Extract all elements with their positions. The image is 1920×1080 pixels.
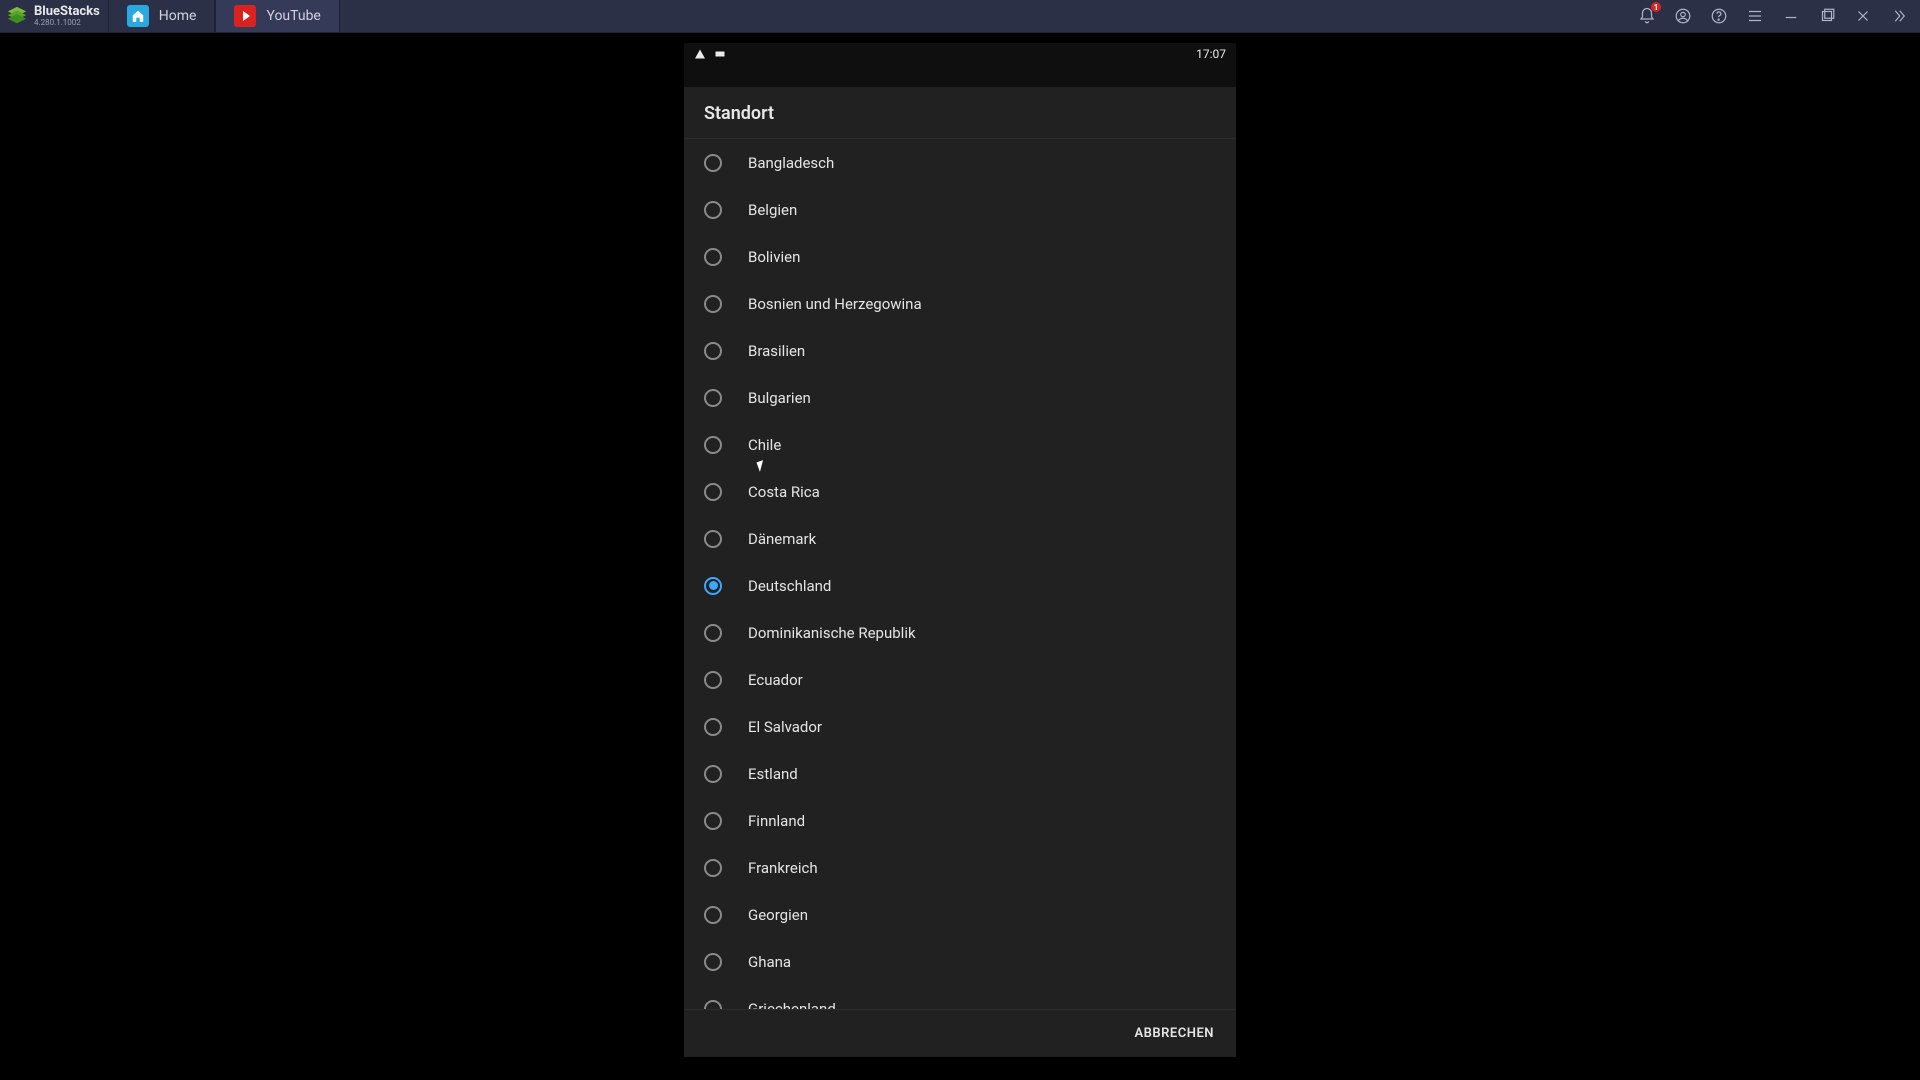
radio-icon	[704, 295, 722, 313]
location-option[interactable]: Frankreich	[684, 844, 1236, 891]
location-option-label: Brasilien	[748, 342, 805, 360]
cancel-button[interactable]: ABBRECHEN	[1128, 1020, 1220, 1047]
location-option[interactable]: Bolivien	[684, 233, 1236, 280]
radio-icon	[704, 483, 722, 501]
user-circle-icon	[1674, 7, 1692, 25]
radio-icon	[704, 812, 722, 830]
menu-icon	[1746, 7, 1764, 25]
location-option[interactable]: Georgien	[684, 891, 1236, 938]
dialog-title: Standort	[684, 87, 1236, 139]
tab-home[interactable]: Home	[108, 0, 216, 32]
radio-icon	[704, 389, 722, 407]
location-option[interactable]: Griechenland	[684, 985, 1236, 1009]
radio-icon	[704, 765, 722, 783]
location-options-list[interactable]: Bangladesch Belgien Bolivien Bosnien und He…	[684, 139, 1236, 1009]
radio-icon	[704, 859, 722, 877]
location-option[interactable]: Estland	[684, 750, 1236, 797]
android-frame: 17:07 Standort Bangladesch Belgien Bolivie…	[684, 43, 1236, 1057]
brand-name: BlueStacks	[34, 5, 100, 18]
location-option-label: Costa Rica	[748, 483, 820, 501]
radio-icon	[704, 342, 722, 360]
location-option-label: Dänemark	[748, 530, 816, 548]
titlebar: BlueStacks 4.280.1.1002 Home YouTube 1	[0, 0, 1920, 33]
location-option[interactable]: Dänemark	[684, 515, 1236, 562]
notification-badge: 1	[1651, 2, 1661, 12]
radio-icon	[704, 718, 722, 736]
location-option-label: Bulgarien	[748, 389, 811, 407]
tab-youtube[interactable]: YouTube	[215, 0, 339, 32]
location-option[interactable]: Bangladesch	[684, 139, 1236, 186]
radio-icon	[704, 906, 722, 924]
titlebar-actions: 1	[1636, 5, 1920, 27]
location-option[interactable]: El Salvador	[684, 703, 1236, 750]
account-button[interactable]	[1672, 5, 1694, 27]
help-circle-icon	[1710, 7, 1728, 25]
radio-icon	[704, 624, 722, 642]
location-option[interactable]: Finnland	[684, 797, 1236, 844]
home-icon	[127, 5, 149, 27]
brand-version: 4.280.1.1002	[34, 19, 100, 27]
help-button[interactable]	[1708, 5, 1730, 27]
radio-icon	[704, 671, 722, 689]
location-option[interactable]: Bulgarien	[684, 374, 1236, 421]
radio-icon	[704, 577, 722, 595]
location-option-label: Ecuador	[748, 671, 803, 689]
warning-icon	[694, 48, 706, 60]
keyboard-icon	[714, 48, 726, 60]
location-option-label: El Salvador	[748, 718, 822, 736]
radio-icon	[704, 530, 722, 548]
maximize-icon	[1818, 7, 1836, 25]
radio-icon	[704, 201, 722, 219]
location-option-label: Dominikanische Republik	[748, 624, 916, 642]
close-icon	[1854, 7, 1872, 25]
notifications-button[interactable]: 1	[1636, 5, 1658, 27]
location-option[interactable]: Deutschland	[684, 562, 1236, 609]
bluestacks-logo-icon	[6, 5, 28, 27]
location-option-label: Bolivien	[748, 248, 800, 266]
location-option-label: Finnland	[748, 812, 805, 830]
radio-icon	[704, 953, 722, 971]
location-option-label: Ghana	[748, 953, 791, 971]
minimize-icon	[1782, 7, 1800, 25]
app-content: 17:07 Standort Bangladesch Belgien Bolivie…	[0, 33, 1920, 1080]
radio-icon	[704, 1000, 722, 1010]
chevron-double-right-icon	[1890, 7, 1908, 25]
android-statusbar: 17:07	[684, 43, 1236, 65]
maximize-button[interactable]	[1816, 5, 1838, 27]
tab-label: Home	[159, 8, 197, 24]
tab-strip: Home YouTube	[108, 0, 340, 32]
location-option-label: Deutschland	[748, 577, 831, 595]
youtube-icon	[234, 5, 256, 27]
radio-icon	[704, 154, 722, 172]
location-option-label: Chile	[748, 436, 781, 454]
location-dialog: Standort Bangladesch Belgien Bolivien Bosni…	[684, 87, 1236, 1057]
location-option-label: Griechenland	[748, 1000, 836, 1010]
minimize-button[interactable]	[1780, 5, 1802, 27]
location-option-label: Estland	[748, 765, 798, 783]
radio-icon	[704, 436, 722, 454]
close-button[interactable]	[1852, 5, 1874, 27]
tab-label: YouTube	[266, 8, 320, 24]
location-option[interactable]: Chile	[684, 421, 1236, 468]
expand-sidebar-button[interactable]	[1888, 5, 1910, 27]
radio-icon	[704, 248, 722, 266]
location-option[interactable]: Ghana	[684, 938, 1236, 985]
location-option[interactable]: Costa Rica	[684, 468, 1236, 515]
location-option[interactable]: Belgien	[684, 186, 1236, 233]
statusbar-time: 17:07	[1196, 47, 1226, 61]
location-option[interactable]: Ecuador	[684, 656, 1236, 703]
brand: BlueStacks 4.280.1.1002	[0, 0, 108, 32]
location-option[interactable]: Bosnien und Herzegowina	[684, 280, 1236, 327]
location-option-label: Bosnien und Herzegowina	[748, 295, 922, 313]
location-option-label: Georgien	[748, 906, 808, 924]
location-option[interactable]: Brasilien	[684, 327, 1236, 374]
location-option-label: Belgien	[748, 201, 797, 219]
location-option[interactable]: Dominikanische Republik	[684, 609, 1236, 656]
dialog-actions: ABBRECHEN	[684, 1009, 1236, 1057]
statusbar-left	[694, 48, 726, 60]
location-option-label: Frankreich	[748, 859, 818, 877]
location-option-label: Bangladesch	[748, 154, 834, 172]
menu-button[interactable]	[1744, 5, 1766, 27]
